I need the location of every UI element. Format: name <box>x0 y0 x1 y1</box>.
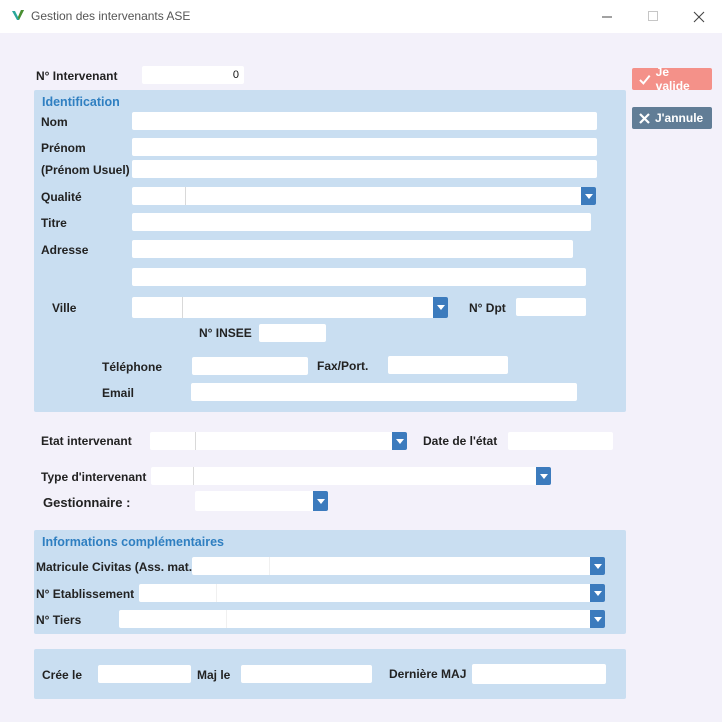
tiers-label: N° Tiers <box>36 613 82 627</box>
qualite-value <box>186 187 581 205</box>
chevron-down-icon <box>593 616 602 622</box>
ville-value <box>183 297 433 318</box>
fax-input[interactable] <box>388 356 508 374</box>
nom-label: Nom <box>41 115 68 129</box>
adresse-line1-input[interactable] <box>132 240 573 258</box>
etat-dropdown-button[interactable] <box>392 432 407 450</box>
created-label: Crée le <box>42 668 83 682</box>
etablissement-dropdown-button[interactable] <box>590 584 605 602</box>
ville-label: Ville <box>52 301 77 315</box>
matricule-value <box>270 557 590 575</box>
chevron-down-icon <box>395 438 404 444</box>
titre-input[interactable] <box>132 213 591 231</box>
intervenant-number-field[interactable]: 0 <box>142 66 244 84</box>
qualite-dropdown-button[interactable] <box>581 187 596 205</box>
chevron-down-icon <box>584 193 593 199</box>
fax-label: Fax/Port. <box>317 359 369 373</box>
adresse-line2-input[interactable] <box>132 268 586 286</box>
dpt-input[interactable] <box>516 298 586 316</box>
etat-value <box>196 432 392 450</box>
etat-code <box>150 432 196 450</box>
identification-title: Identification <box>42 95 120 109</box>
titre-label: Titre <box>41 216 67 230</box>
close-button[interactable] <box>676 0 722 33</box>
matricule-dropdown-button[interactable] <box>590 557 605 575</box>
dpt-label: N° Dpt <box>469 301 506 315</box>
chevron-down-icon <box>539 473 548 479</box>
etablissement-code <box>139 584 217 602</box>
complementary-title: Informations complémentaires <box>42 535 224 549</box>
window-title: Gestion des intervenants ASE <box>31 9 191 23</box>
check-icon <box>639 74 651 85</box>
chevron-down-icon <box>316 498 325 504</box>
created-date-input[interactable] <box>98 665 191 683</box>
tiers-value <box>227 610 590 628</box>
matricule-code <box>192 557 270 575</box>
cancel-button[interactable]: J'annule <box>632 107 712 129</box>
tiers-select[interactable] <box>119 610 605 628</box>
minimize-button[interactable] <box>584 0 630 33</box>
type-code <box>151 467 194 485</box>
chevron-down-icon <box>593 563 602 569</box>
matricule-label: Matricule Civitas (Ass. mat.) <box>36 560 197 574</box>
chevron-down-icon <box>436 305 445 310</box>
telephone-label: Téléphone <box>102 360 163 374</box>
date-etat-input[interactable] <box>508 432 613 450</box>
matricule-select[interactable] <box>192 557 605 575</box>
ville-select[interactable] <box>132 297 448 318</box>
cancel-button-label: J'annule <box>655 111 704 125</box>
etablissement-select[interactable] <box>139 584 605 602</box>
etablissement-value <box>217 584 590 602</box>
modified-date-input[interactable] <box>241 665 372 683</box>
etablissement-label: N° Etablissement <box>36 587 135 601</box>
gestionnaire-value <box>195 491 313 511</box>
app-logo-icon <box>12 10 24 20</box>
close-x-icon <box>639 112 650 124</box>
type-value <box>194 467 536 485</box>
gestionnaire-label: Gestionnaire : <box>43 495 131 510</box>
maximize-button[interactable] <box>630 0 676 33</box>
maximize-icon <box>647 11 658 21</box>
validate-button-label: Je valide <box>655 65 690 93</box>
tiers-dropdown-button[interactable] <box>590 610 605 628</box>
ville-dropdown-button[interactable] <box>433 297 448 318</box>
ville-code <box>132 297 183 318</box>
type-dropdown-button[interactable] <box>536 467 551 485</box>
chevron-down-icon <box>593 590 602 596</box>
intervenant-number-label: N° Intervenant <box>36 69 118 83</box>
minimize-icon <box>601 16 612 18</box>
prenom-usuel-label: (Prénom Usuel) <box>41 163 130 177</box>
qualite-select[interactable] <box>132 187 596 205</box>
gestionnaire-select[interactable] <box>195 491 328 511</box>
email-label: Email <box>102 386 135 400</box>
qualite-label: Qualité <box>41 190 82 204</box>
nom-input[interactable] <box>132 112 597 130</box>
close-icon <box>693 11 705 22</box>
date-etat-label: Date de l'état <box>423 434 498 448</box>
prenom-usuel-input[interactable] <box>132 160 597 178</box>
validate-button[interactable]: Je valide <box>632 65 712 93</box>
etat-select[interactable] <box>150 432 407 450</box>
type-label: Type d'intervenant <box>41 470 147 484</box>
email-input[interactable] <box>191 383 577 401</box>
tiers-code <box>119 610 227 628</box>
last-update-input[interactable] <box>472 664 606 684</box>
adresse-label: Adresse <box>41 243 89 257</box>
qualite-code <box>132 187 186 205</box>
etat-label: Etat intervenant <box>41 434 132 448</box>
type-select[interactable] <box>151 467 551 485</box>
insee-label: N° INSEE <box>199 326 252 340</box>
telephone-input[interactable] <box>192 357 308 375</box>
prenom-input[interactable] <box>132 138 597 156</box>
modified-label: Maj le <box>197 668 231 682</box>
insee-input[interactable] <box>259 324 326 342</box>
gestionnaire-dropdown-button[interactable] <box>313 491 328 511</box>
last-update-label: Dernière MAJ <box>389 667 467 681</box>
prenom-label: Prénom <box>41 141 86 155</box>
